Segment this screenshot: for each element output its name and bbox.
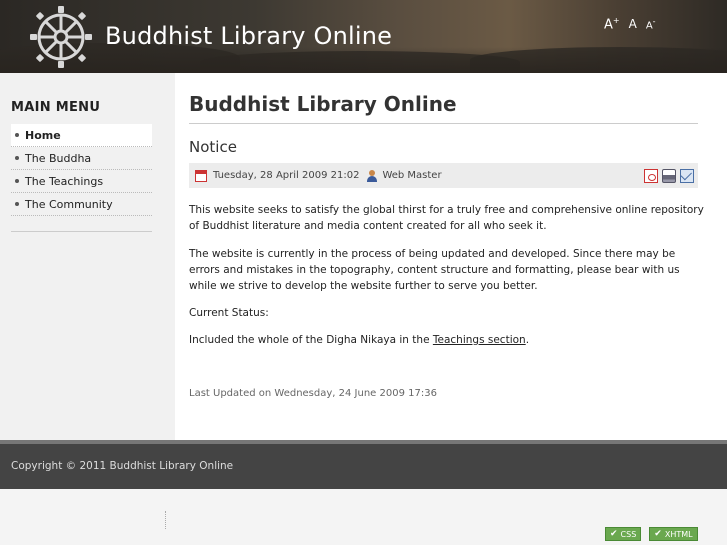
paragraph-text: Included the whole of the Digha Nikaya i… bbox=[189, 334, 433, 346]
article-meta-bar: Tuesday, 28 April 2009 21:02 Web Master bbox=[189, 163, 698, 188]
paragraph-text: . bbox=[525, 334, 530, 346]
article-author: Web Master bbox=[382, 170, 442, 181]
menu-item-label: The Teachings bbox=[25, 174, 104, 188]
badge-label: CSS bbox=[620, 529, 637, 539]
print-icon[interactable] bbox=[662, 168, 676, 183]
bullet-icon bbox=[15, 156, 19, 160]
menu-item-the-buddha[interactable]: The Buddha bbox=[11, 147, 152, 170]
menu-divider bbox=[11, 231, 152, 232]
article-paragraph-2: The website is currently in the process … bbox=[189, 248, 680, 292]
email-icon[interactable] bbox=[680, 168, 694, 183]
decrease-font-label: A bbox=[645, 20, 653, 32]
decrease-font-button[interactable]: A- bbox=[646, 17, 656, 31]
copyright-text: Copyright © 2011 Buddhist Library Online bbox=[11, 460, 234, 472]
dharma-wheel-icon[interactable] bbox=[28, 4, 94, 70]
increase-font-button[interactable]: A+ bbox=[604, 16, 620, 32]
bullet-icon bbox=[15, 202, 19, 206]
menu-item-home[interactable]: Home bbox=[11, 124, 152, 147]
article-title: Notice bbox=[189, 138, 237, 156]
sidebar: MAIN MENU Home The Buddha The Teachings … bbox=[0, 73, 175, 440]
check-icon: ✔ bbox=[654, 529, 662, 539]
teachings-section-link[interactable]: Teachings section bbox=[433, 334, 526, 346]
menu-item-the-community[interactable]: The Community bbox=[11, 193, 152, 216]
header-hill bbox=[470, 47, 727, 73]
article-paragraph-3: Current Status: bbox=[189, 307, 269, 319]
menu-item-label: Home bbox=[25, 128, 61, 142]
font-size-controls: A+ A A- bbox=[604, 16, 656, 32]
title-divider bbox=[189, 123, 698, 124]
site-title[interactable]: Buddhist Library Online bbox=[105, 22, 392, 50]
site-footer: Copyright © 2011 Buddhist Library Online bbox=[0, 444, 727, 489]
plus-sign: + bbox=[612, 16, 620, 25]
bullet-icon bbox=[15, 133, 19, 137]
calendar-icon bbox=[195, 169, 207, 182]
bottom-divider bbox=[165, 511, 166, 529]
check-icon: ✔ bbox=[610, 529, 618, 539]
pdf-icon[interactable] bbox=[644, 168, 658, 183]
css-valid-badge[interactable]: ✔ CSS bbox=[605, 527, 642, 541]
bottom-bar: ✔ CSS ✔ XHTML bbox=[0, 489, 727, 545]
author-icon bbox=[366, 169, 378, 182]
menu-item-label: The Community bbox=[25, 197, 113, 211]
article-date: Tuesday, 28 April 2009 21:02 bbox=[213, 170, 360, 181]
main-content: Buddhist Library Online Notice Tuesday, … bbox=[175, 73, 727, 440]
page-title: Buddhist Library Online bbox=[189, 92, 457, 116]
minus-sign: - bbox=[652, 17, 656, 26]
badge-label: XHTML bbox=[664, 529, 693, 539]
menu-item-the-teachings[interactable]: The Teachings bbox=[11, 170, 152, 193]
validation-badges: ✔ CSS ✔ XHTML bbox=[605, 527, 698, 541]
main-menu: Home The Buddha The Teachings The Commun… bbox=[11, 124, 152, 216]
site-header: Buddhist Library Online A+ A A- bbox=[0, 0, 727, 73]
article-paragraph-4: Included the whole of the Digha Nikaya i… bbox=[189, 332, 704, 348]
menu-item-label: The Buddha bbox=[25, 151, 92, 165]
bullet-icon bbox=[15, 179, 19, 183]
last-updated: Last Updated on Wednesday, 24 June 2009 … bbox=[189, 388, 437, 399]
xhtml-valid-badge[interactable]: ✔ XHTML bbox=[649, 527, 698, 541]
article-paragraph-1: This website seeks to satisfy the global… bbox=[189, 204, 704, 232]
header-hill bbox=[200, 51, 520, 73]
increase-font-label: A bbox=[604, 17, 613, 33]
main-menu-title: MAIN MENU bbox=[11, 100, 101, 115]
reset-font-button[interactable]: A bbox=[629, 17, 637, 31]
article-actions bbox=[644, 168, 694, 183]
